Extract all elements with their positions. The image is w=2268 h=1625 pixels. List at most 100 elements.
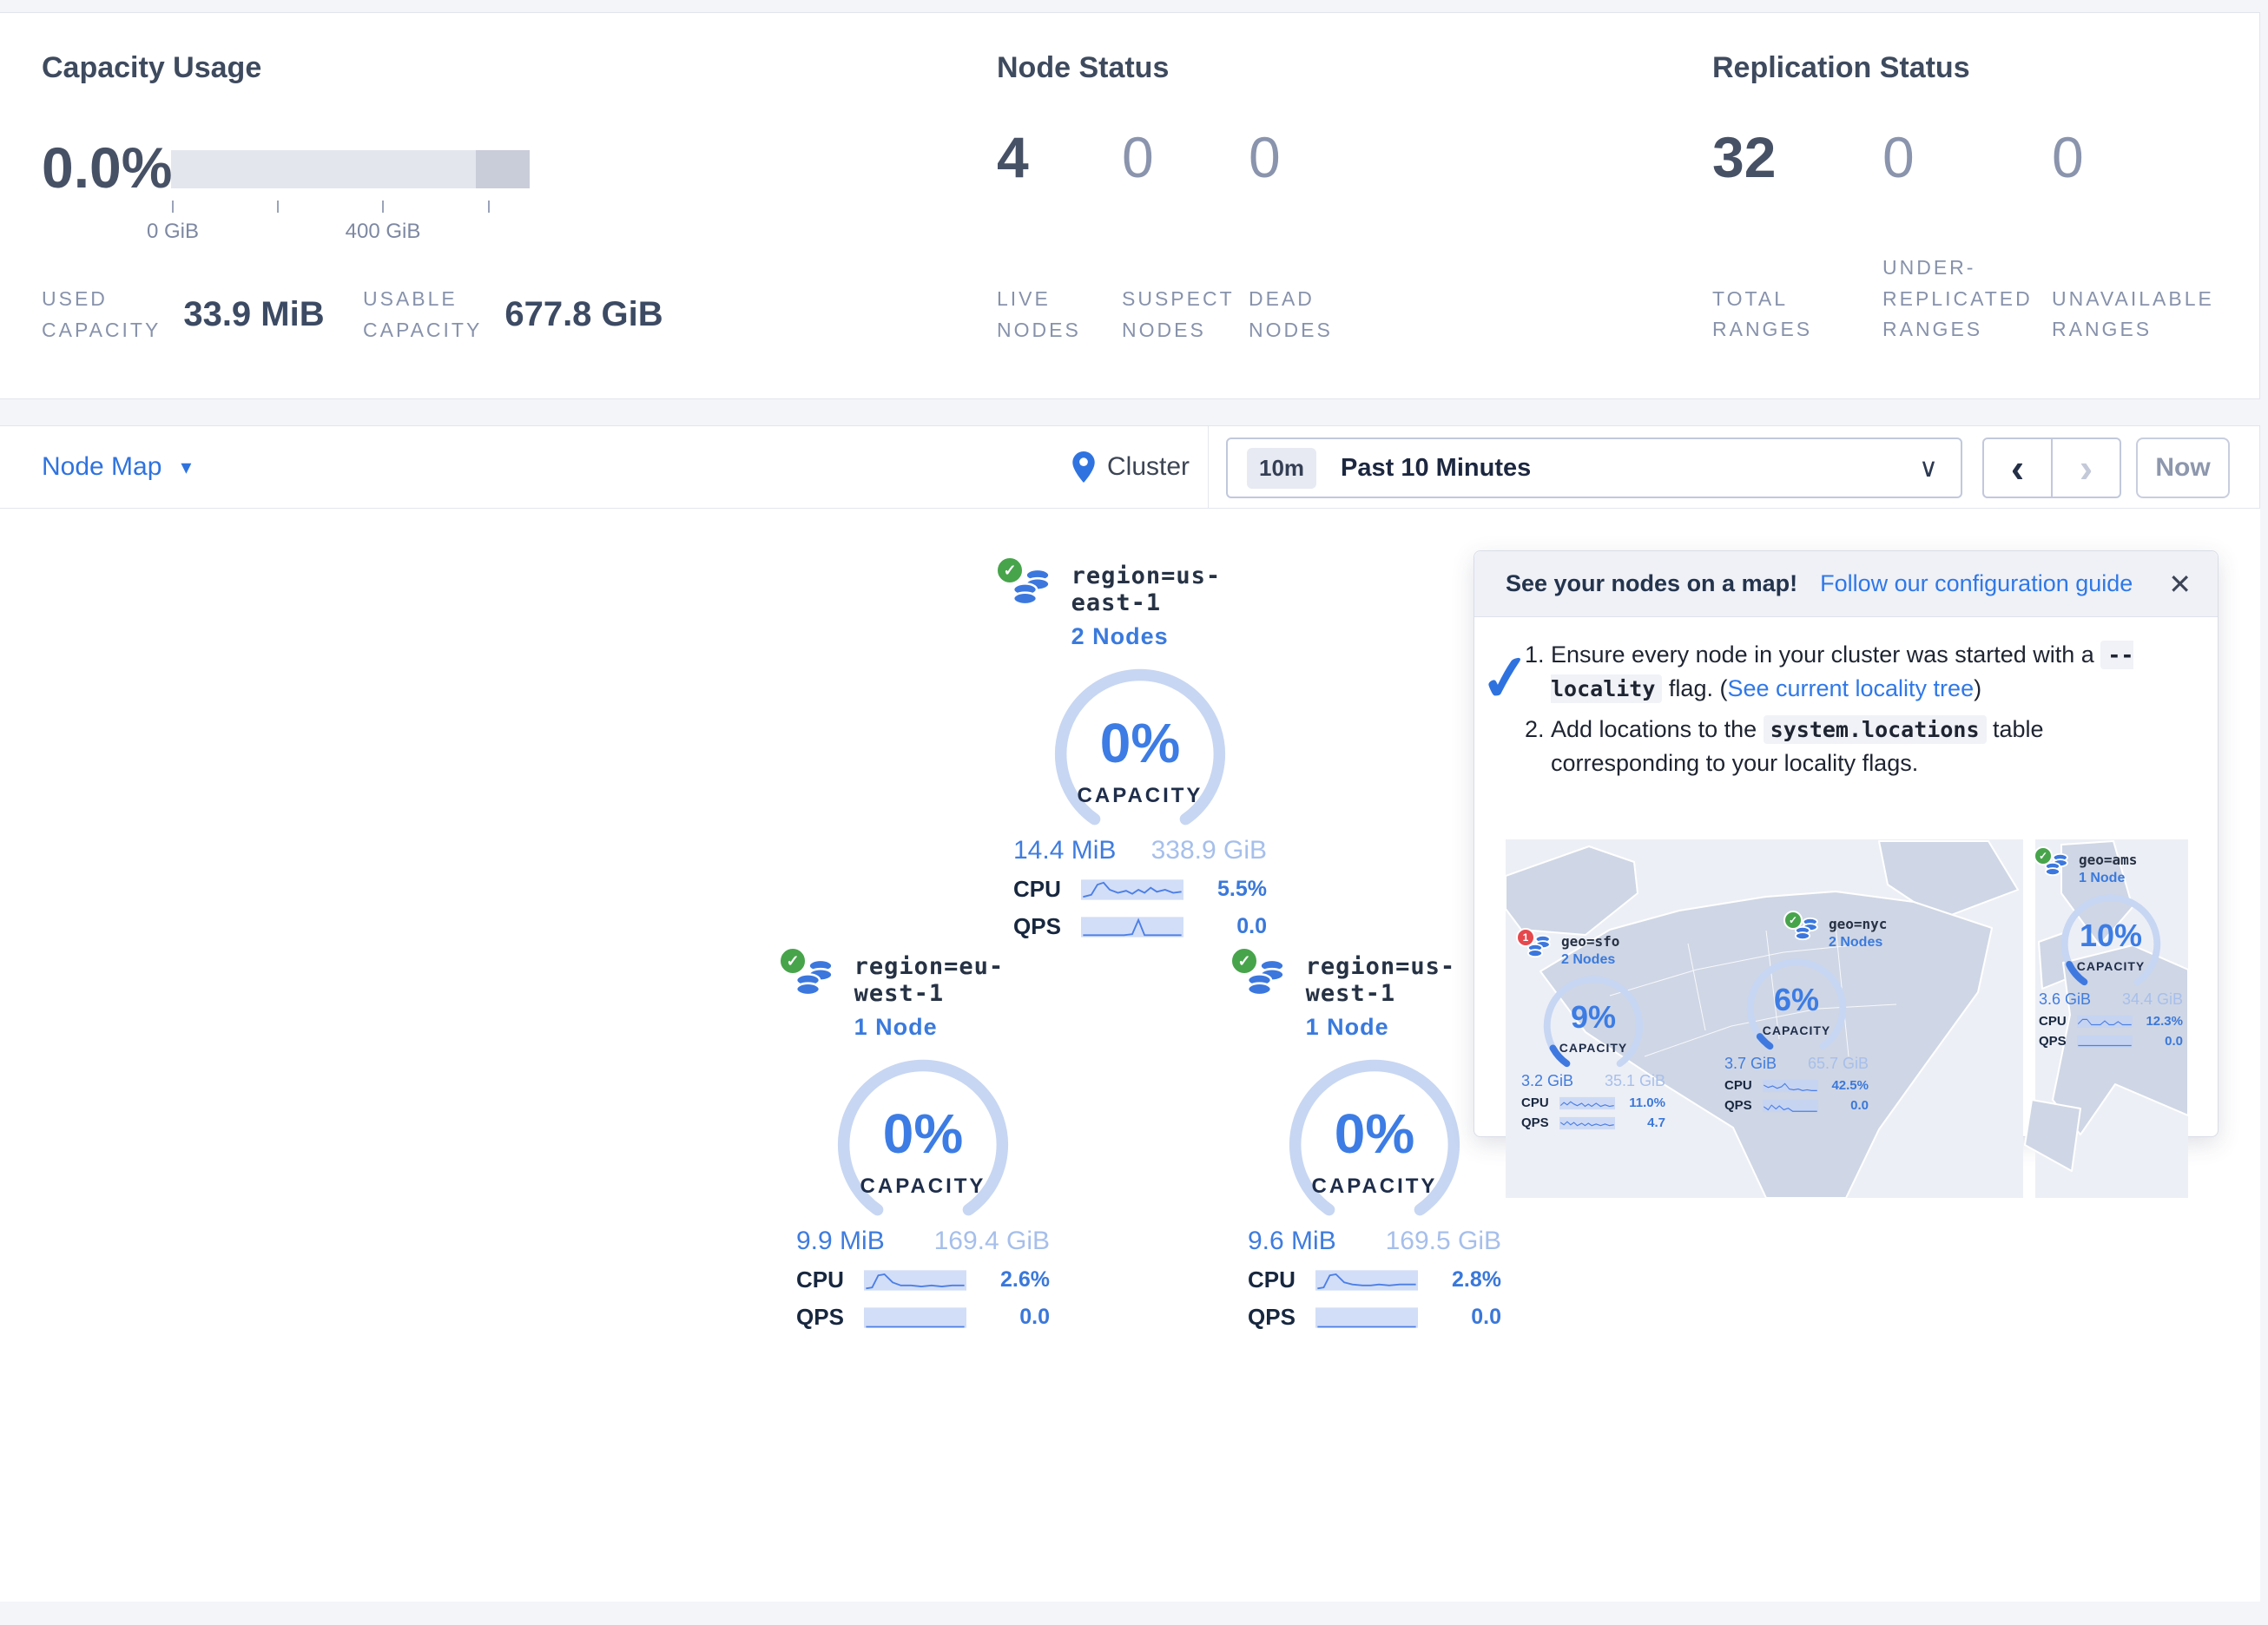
cpu-label: CPU <box>1724 1078 1763 1093</box>
node-map-setup-popup: See your nodes on a map! Follow our conf… <box>1474 550 2219 1137</box>
qps-sparkline <box>1315 1306 1418 1330</box>
capacity-tick-label: 400 GiB <box>346 220 421 244</box>
locality-tree-link[interactable]: See current locality tree <box>1727 675 1974 701</box>
mini-total-value: 35.1 GiB <box>1605 1072 1665 1090</box>
cpu-label: CPU <box>1248 1266 1315 1293</box>
cpu-sparkline <box>1559 1096 1615 1110</box>
cpu-metric-row: CPU 2.8% <box>1248 1266 1501 1293</box>
capacity-gauge: 0% CAPACITY <box>1049 664 1231 831</box>
mini-capacity-caption: CAPACITY <box>1540 1041 1646 1055</box>
view-selector-dropdown[interactable]: Node Map ▾ <box>42 426 191 508</box>
cpu-metric-row: CPU 5.5% <box>1013 876 1267 903</box>
total-value: 169.4 GiB <box>934 1227 1050 1256</box>
mini-cpu-row: CPU 42.5% <box>1724 1078 1869 1093</box>
mini-used-value: 3.2 GiB <box>1521 1072 1573 1090</box>
cpu-sparkline <box>1081 878 1183 902</box>
time-step-buttons: ‹ › <box>1982 438 2121 498</box>
total-ranges-count: 32 <box>1712 124 1882 190</box>
breadcrumb[interactable]: Cluster <box>1072 426 1190 508</box>
now-button-label: Now <box>2155 453 2210 483</box>
time-range-badge: 10m <box>1247 448 1316 489</box>
healthy-check-icon: ✓ <box>995 556 1025 585</box>
mini-region-nyc: ✓ geo=nyc 2 Nodes <box>1723 916 1870 1113</box>
mini-region-name: geo=nyc <box>1829 916 1887 932</box>
qps-value: 0.0 <box>1471 1305 1501 1330</box>
capacity-used-percent: 0.0% <box>42 135 172 201</box>
configuration-guide-link[interactable]: Follow our configuration guide <box>1820 570 2133 597</box>
close-icon[interactable]: ✕ <box>2168 568 2192 601</box>
dead-nodes-label: DEADNODES <box>1249 284 1333 345</box>
capacity-bar <box>171 150 530 188</box>
time-step-forward-button[interactable]: › <box>2052 438 2121 498</box>
cluster-overview-page: Capacity Usage 0.0% 0 GiB 400 GiB USEDCA… <box>0 0 2268 1625</box>
used-value: 9.9 MiB <box>796 1227 885 1256</box>
qps-label: QPS <box>1248 1304 1315 1331</box>
region-node-count[interactable]: 2 Nodes <box>1071 623 1283 650</box>
capacity-tick <box>277 201 279 213</box>
cpu-label: CPU <box>1013 876 1081 903</box>
used-value: 14.4 MiB <box>1013 836 1116 865</box>
setup-step-2: Add locations to the system.locations ta… <box>1551 713 2186 780</box>
time-range-dropdown[interactable]: 10m Past 10 Minutes ∨ <box>1226 438 1962 498</box>
mini-region-ams: ✓ geo=ams 1 Node <box>2037 852 2185 1049</box>
mini-region-node-count: 1 Node <box>2079 871 2137 886</box>
setup-steps-list: Ensure every node in your cluster was st… <box>1551 638 2186 781</box>
healthy-check-icon: ✓ <box>1783 911 1803 930</box>
capacity-usage-section: Capacity Usage 0.0% 0 GiB 400 GiB USEDCA… <box>42 13 910 398</box>
live-nodes-count: 4 <box>997 124 1122 190</box>
map-pin-icon <box>1072 451 1095 483</box>
qps-metric-row: QPS 0.0 <box>796 1304 1050 1331</box>
unavailable-ranges-count: 0 <box>2052 124 2084 190</box>
usable-capacity-value: 677.8 GiB <box>504 295 663 334</box>
node-status-section: Node Status 4 0 0 LIVENODES SUSPECTNODES… <box>997 13 1657 398</box>
big-check-icon: ✓ <box>1476 639 1536 717</box>
live-nodes-label: LIVENODES <box>997 284 1122 345</box>
cpu-sparkline <box>1315 1268 1418 1293</box>
qps-label: QPS <box>2039 1034 2077 1049</box>
qps-label: QPS <box>1724 1098 1763 1113</box>
capacity-bar-reserved-segment <box>476 150 530 188</box>
region-name: region=eu-west-1 <box>854 953 1066 1007</box>
suspect-nodes-count: 0 <box>1122 124 1249 190</box>
dead-nodes-count: 0 <box>1249 124 1281 190</box>
chevron-down-icon: ∨ <box>1919 453 1938 484</box>
cpu-value: 2.6% <box>1000 1267 1050 1293</box>
region-card-eu-west-1[interactable]: ✓ region=eu-west-1 1 Node 0% CAPACITY <box>780 953 1066 1331</box>
mini-qps-row: QPS 0.0 <box>2039 1034 2183 1049</box>
mini-total-value: 34.4 GiB <box>2122 990 2183 1009</box>
cpu-value: 5.5% <box>1217 877 1267 902</box>
system-locations-code: system.locations <box>1764 715 1987 744</box>
mini-capacity-caption: CAPACITY <box>1744 1023 1849 1037</box>
mini-total-value: 65.7 GiB <box>1808 1055 1869 1073</box>
used-capacity-stat: USEDCAPACITY 33.9 MiB <box>42 284 325 345</box>
now-button[interactable]: Now <box>2136 438 2230 498</box>
mini-capacity-gauge: 10% CAPACITY <box>2058 891 2164 989</box>
cpu-sparkline <box>864 1268 966 1293</box>
node-status-title: Node Status <box>997 51 1169 85</box>
qps-value: 0.0 <box>1019 1305 1050 1330</box>
region-name: region=us-east-1 <box>1071 562 1283 616</box>
qps-metric-row: QPS 0.0 <box>1248 1304 1501 1331</box>
healthy-check-icon: ✓ <box>1230 946 1259 976</box>
capacity-percent: 0% <box>832 1102 1014 1166</box>
cluster-summary-card: Capacity Usage 0.0% 0 GiB 400 GiB USEDCA… <box>0 12 2260 399</box>
region-node-count[interactable]: 1 Node <box>854 1014 1066 1041</box>
healthy-check-icon: ✓ <box>778 946 808 976</box>
under-replicated-ranges-count: 0 <box>1882 124 2052 190</box>
qps-metric-row: QPS 0.0 <box>1013 913 1267 940</box>
qps-sparkline <box>864 1306 966 1330</box>
chevron-right-icon: › <box>2080 444 2093 491</box>
capacity-gauge: 0% CAPACITY <box>832 1055 1014 1221</box>
cpu-value: 11.0% <box>1629 1095 1665 1110</box>
region-card-us-east-1[interactable]: ✓ region=us-east-1 2 Nodes 0% CAPACITY <box>997 562 1283 940</box>
region-header: ✓ region=us-east-1 2 Nodes <box>997 562 1283 650</box>
warning-count-badge: 1 <box>1516 928 1535 947</box>
cpu-label: CPU <box>2039 1014 2077 1029</box>
capacity-gauge: 0% CAPACITY <box>1283 1055 1466 1221</box>
healthy-check-icon: ✓ <box>2034 846 2053 865</box>
suspect-nodes-label: SUSPECTNODES <box>1122 284 1249 345</box>
capacity-tick <box>172 201 174 213</box>
used-capacity-value: 33.9 MiB <box>183 295 324 334</box>
qps-sparkline <box>2077 1035 2133 1049</box>
time-step-back-button[interactable]: ‹ <box>1982 438 2052 498</box>
